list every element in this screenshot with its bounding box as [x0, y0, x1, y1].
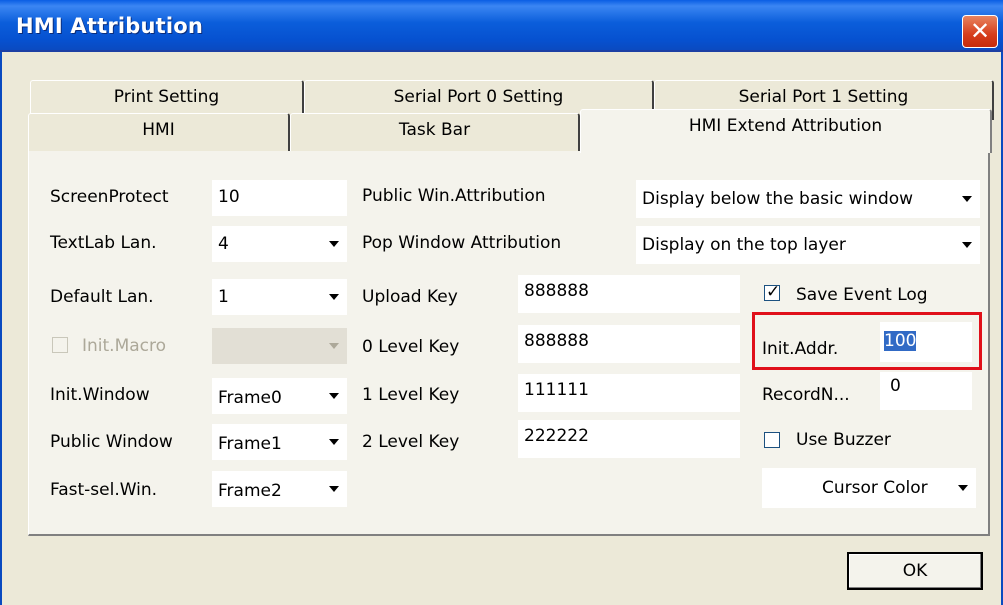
init-addr-label: Init.Addr. — [762, 339, 839, 359]
select-value: Cursor Color — [822, 478, 928, 498]
select-value: Frame2 — [218, 481, 282, 501]
chevron-down-icon[interactable] — [321, 471, 347, 507]
record-n-input[interactable]: 0 — [880, 372, 972, 410]
select-value: 1 — [218, 287, 229, 307]
tab-label: HMI — [142, 120, 175, 140]
public-win-attribution-select[interactable]: Display below the basic window — [636, 180, 980, 218]
field-value: 100 — [884, 331, 917, 351]
level1-key-input[interactable]: 111111 — [518, 374, 740, 412]
save-event-log-checkbox[interactable]: ✓ — [764, 282, 781, 302]
field-value: 10 — [218, 187, 240, 207]
field-value: 888888 — [524, 281, 589, 301]
use-buzzer-label: Use Buzzer — [796, 430, 891, 450]
init-window-select[interactable]: Frame0 — [212, 378, 347, 414]
init-macro-checkbox — [52, 337, 68, 353]
field-value: 222222 — [524, 426, 589, 446]
default-lan-label: Default Lan. — [50, 287, 154, 307]
level0-key-label: 0 Level Key — [362, 337, 460, 357]
field-value: 111111 — [524, 380, 589, 400]
chevron-down-icon[interactable] — [954, 226, 980, 264]
textlab-lan-label: TextLab Lan. — [50, 233, 157, 253]
chevron-down-icon[interactable] — [321, 279, 347, 315]
chevron-down-icon[interactable] — [950, 468, 976, 508]
pop-window-attribution-label: Pop Window Attribution — [362, 233, 562, 253]
chevron-down-icon[interactable] — [321, 226, 347, 262]
level0-key-input[interactable]: 888888 — [518, 325, 740, 363]
select-value: Display on the top layer — [642, 235, 846, 255]
default-lan-select[interactable]: 1 — [212, 279, 347, 315]
title-bar: HMI Attribution ✕ — [0, 0, 1003, 52]
save-event-log-label: Save Event Log — [796, 285, 928, 305]
init-window-label: Init.Window — [50, 385, 150, 405]
tab-label: HMI Extend Attribution — [688, 116, 883, 136]
checkmark-icon: ✓ — [766, 282, 781, 302]
select-value: 4 — [218, 234, 229, 254]
init-macro-select — [212, 328, 347, 364]
use-buzzer-checkbox[interactable] — [764, 432, 780, 448]
init-macro-label: Init.Macro — [82, 336, 167, 356]
screen-protect-input[interactable]: 10 — [212, 180, 347, 216]
tab-label: Print Setting — [113, 87, 220, 107]
level1-key-label: 1 Level Key — [362, 385, 460, 405]
cursor-color-select[interactable]: Cursor Color — [762, 468, 976, 508]
field-value: 888888 — [524, 331, 589, 351]
record-n-label: RecordN... — [762, 385, 850, 405]
tab-hmi[interactable]: HMI — [28, 113, 290, 151]
upload-key-label: Upload Key — [362, 287, 458, 307]
selected-text: 100 — [884, 331, 917, 351]
field-value: 0 — [890, 376, 901, 396]
tab-hmi-extend-attribution[interactable]: HMI Extend Attribution — [580, 109, 992, 153]
chevron-down-icon[interactable] — [321, 424, 347, 460]
init-addr-input[interactable]: 100 — [880, 322, 972, 362]
level2-key-label: 2 Level Key — [362, 432, 460, 452]
upload-key-input[interactable]: 888888 — [518, 275, 740, 313]
pop-window-attribution-select[interactable]: Display on the top layer — [636, 226, 980, 264]
tab-label: Task Bar — [398, 120, 471, 140]
ok-button[interactable]: OK — [847, 552, 983, 590]
close-button[interactable]: ✕ — [962, 15, 998, 48]
chevron-down-icon — [321, 328, 347, 364]
tab-label: Serial Port 0 Setting — [393, 87, 564, 107]
textlab-lan-select[interactable]: 4 — [212, 226, 347, 262]
window-title: HMI Attribution — [16, 14, 204, 38]
fast-sel-win-select[interactable]: Frame2 — [212, 471, 347, 507]
public-window-label: Public Window — [50, 432, 173, 452]
chevron-down-icon[interactable] — [954, 180, 980, 218]
tab-label: Serial Port 1 Setting — [738, 87, 909, 107]
level2-key-input[interactable]: 222222 — [518, 420, 740, 458]
close-icon: ✕ — [969, 17, 991, 45]
chevron-down-icon[interactable] — [321, 378, 347, 414]
public-win-attribution-label: Public Win.Attribution — [362, 186, 546, 206]
screen-protect-label: ScreenProtect — [50, 187, 169, 207]
fast-sel-win-label: Fast-sel.Win. — [50, 480, 158, 500]
public-window-select[interactable]: Frame1 — [212, 424, 347, 460]
select-value: Display below the basic window — [642, 189, 914, 209]
select-value: Frame1 — [218, 434, 282, 454]
select-value: Frame0 — [218, 388, 282, 408]
tab-task-bar[interactable]: Task Bar — [290, 113, 580, 151]
